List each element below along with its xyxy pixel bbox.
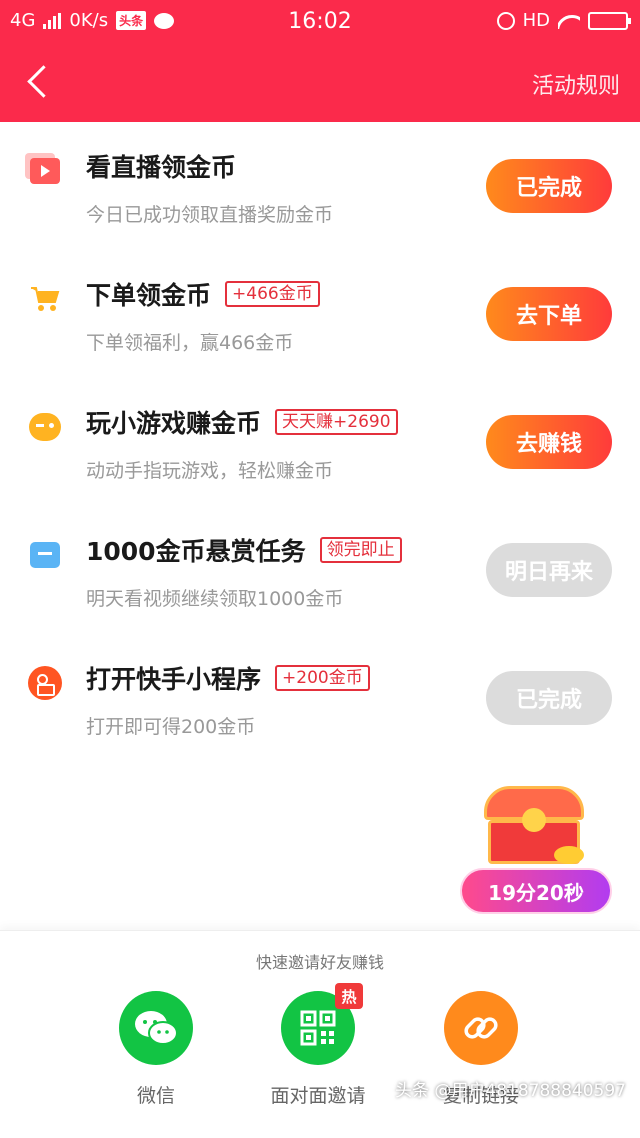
invite-label: 微信 <box>136 1085 175 1107</box>
status-right: HD <box>496 10 631 31</box>
qrcode-icon: 热 <box>281 983 363 1065</box>
task-item: 1000金币悬赏任务 领完即止 明天看视频继续领取1000金币 明日再来 <box>0 506 640 634</box>
task-desc: 下单领福利，赢466金币 <box>86 332 294 354</box>
task-tag: 领完即止 <box>319 537 402 563</box>
invite-panel: 快速邀请好友赚钱 微信 热 面对面邀请 复制链接 <box>0 930 640 1138</box>
link-icon <box>444 991 518 1065</box>
hot-badge: 热 <box>335 983 363 1009</box>
task-tag: 天天赚+2690 <box>275 409 398 435</box>
task-title-row: 打开快手小程序 +200金币 <box>86 660 370 696</box>
wifi-icon <box>558 13 580 29</box>
header-bar: 活动规则 <box>0 42 640 122</box>
hd-indicator: HD <box>522 10 550 31</box>
back-button[interactable] <box>20 60 60 104</box>
task-title: 玩小游戏赚金币 <box>86 409 262 438</box>
task-tag: +200金币 <box>275 665 370 691</box>
task-item: 下单领金币 +466金币 下单领福利，赢466金币 去下单 <box>0 250 640 378</box>
task-desc: 打开即可得200金币 <box>86 716 256 738</box>
treasure-chest-widget[interactable]: 19分20秒 <box>460 780 612 916</box>
task-title: 1000金币悬赏任务 <box>86 537 306 566</box>
game-icon <box>28 410 62 444</box>
task-desc: 明天看视频继续领取1000金币 <box>86 588 344 610</box>
battery-icon <box>588 11 631 30</box>
task-desc: 今日已成功领取直播奖励金币 <box>86 204 334 226</box>
task-button[interactable]: 已完成 <box>486 159 612 213</box>
task-title: 下单领金币 <box>86 281 212 310</box>
live-icon <box>25 153 62 188</box>
task-button[interactable]: 去赚钱 <box>486 415 612 469</box>
tv-icon <box>28 538 62 572</box>
watermark: 头条 @用户4818788840597 <box>394 1081 626 1101</box>
task-title: 看直播领金币 <box>86 153 237 182</box>
invite-qrcode-button[interactable]: 热 面对面邀请 <box>248 983 388 1108</box>
task-item: 看直播领金币 今日已成功领取直播奖励金币 已完成 <box>0 122 640 250</box>
task-tag: +466金币 <box>225 281 320 307</box>
task-title-row: 下单领金币 +466金币 <box>86 276 320 312</box>
task-desc: 动动手指玩游戏，轻松赚金币 <box>86 460 334 482</box>
alarm-icon <box>496 11 515 30</box>
rules-link[interactable]: 活动规则 <box>532 68 620 100</box>
treasure-chest-icon <box>484 786 584 866</box>
task-item: 打开快手小程序 +200金币 打开即可得200金币 已完成 <box>0 634 640 762</box>
task-button[interactable]: 明日再来 <box>486 543 612 597</box>
task-item: 玩小游戏赚金币 天天赚+2690 动动手指玩游戏，轻松赚金币 去赚钱 <box>0 378 640 506</box>
status-bar: 4G 0K/s 头条 16:02 HD <box>0 0 640 42</box>
invite-title: 快速邀请好友赚钱 <box>255 953 384 972</box>
task-button[interactable]: 去下单 <box>486 287 612 341</box>
task-button[interactable]: 已完成 <box>486 671 612 725</box>
cart-icon <box>28 282 62 316</box>
task-list: 看直播领金币 今日已成功领取直播奖励金币 已完成 下单领金币 +466金币 下单… <box>0 122 640 762</box>
invite-wechat-button[interactable]: 微信 <box>86 991 226 1108</box>
invite-label: 面对面邀请 <box>270 1085 366 1107</box>
task-title-row: 1000金币悬赏任务 领完即止 <box>86 532 402 568</box>
wechat-icon <box>119 991 193 1065</box>
task-title-row: 看直播领金币 <box>86 148 236 184</box>
task-title: 打开快手小程序 <box>86 665 262 694</box>
kuaishou-icon <box>28 666 62 700</box>
chest-timer: 19分20秒 <box>460 868 612 914</box>
task-title-row: 玩小游戏赚金币 天天赚+2690 <box>86 404 398 440</box>
